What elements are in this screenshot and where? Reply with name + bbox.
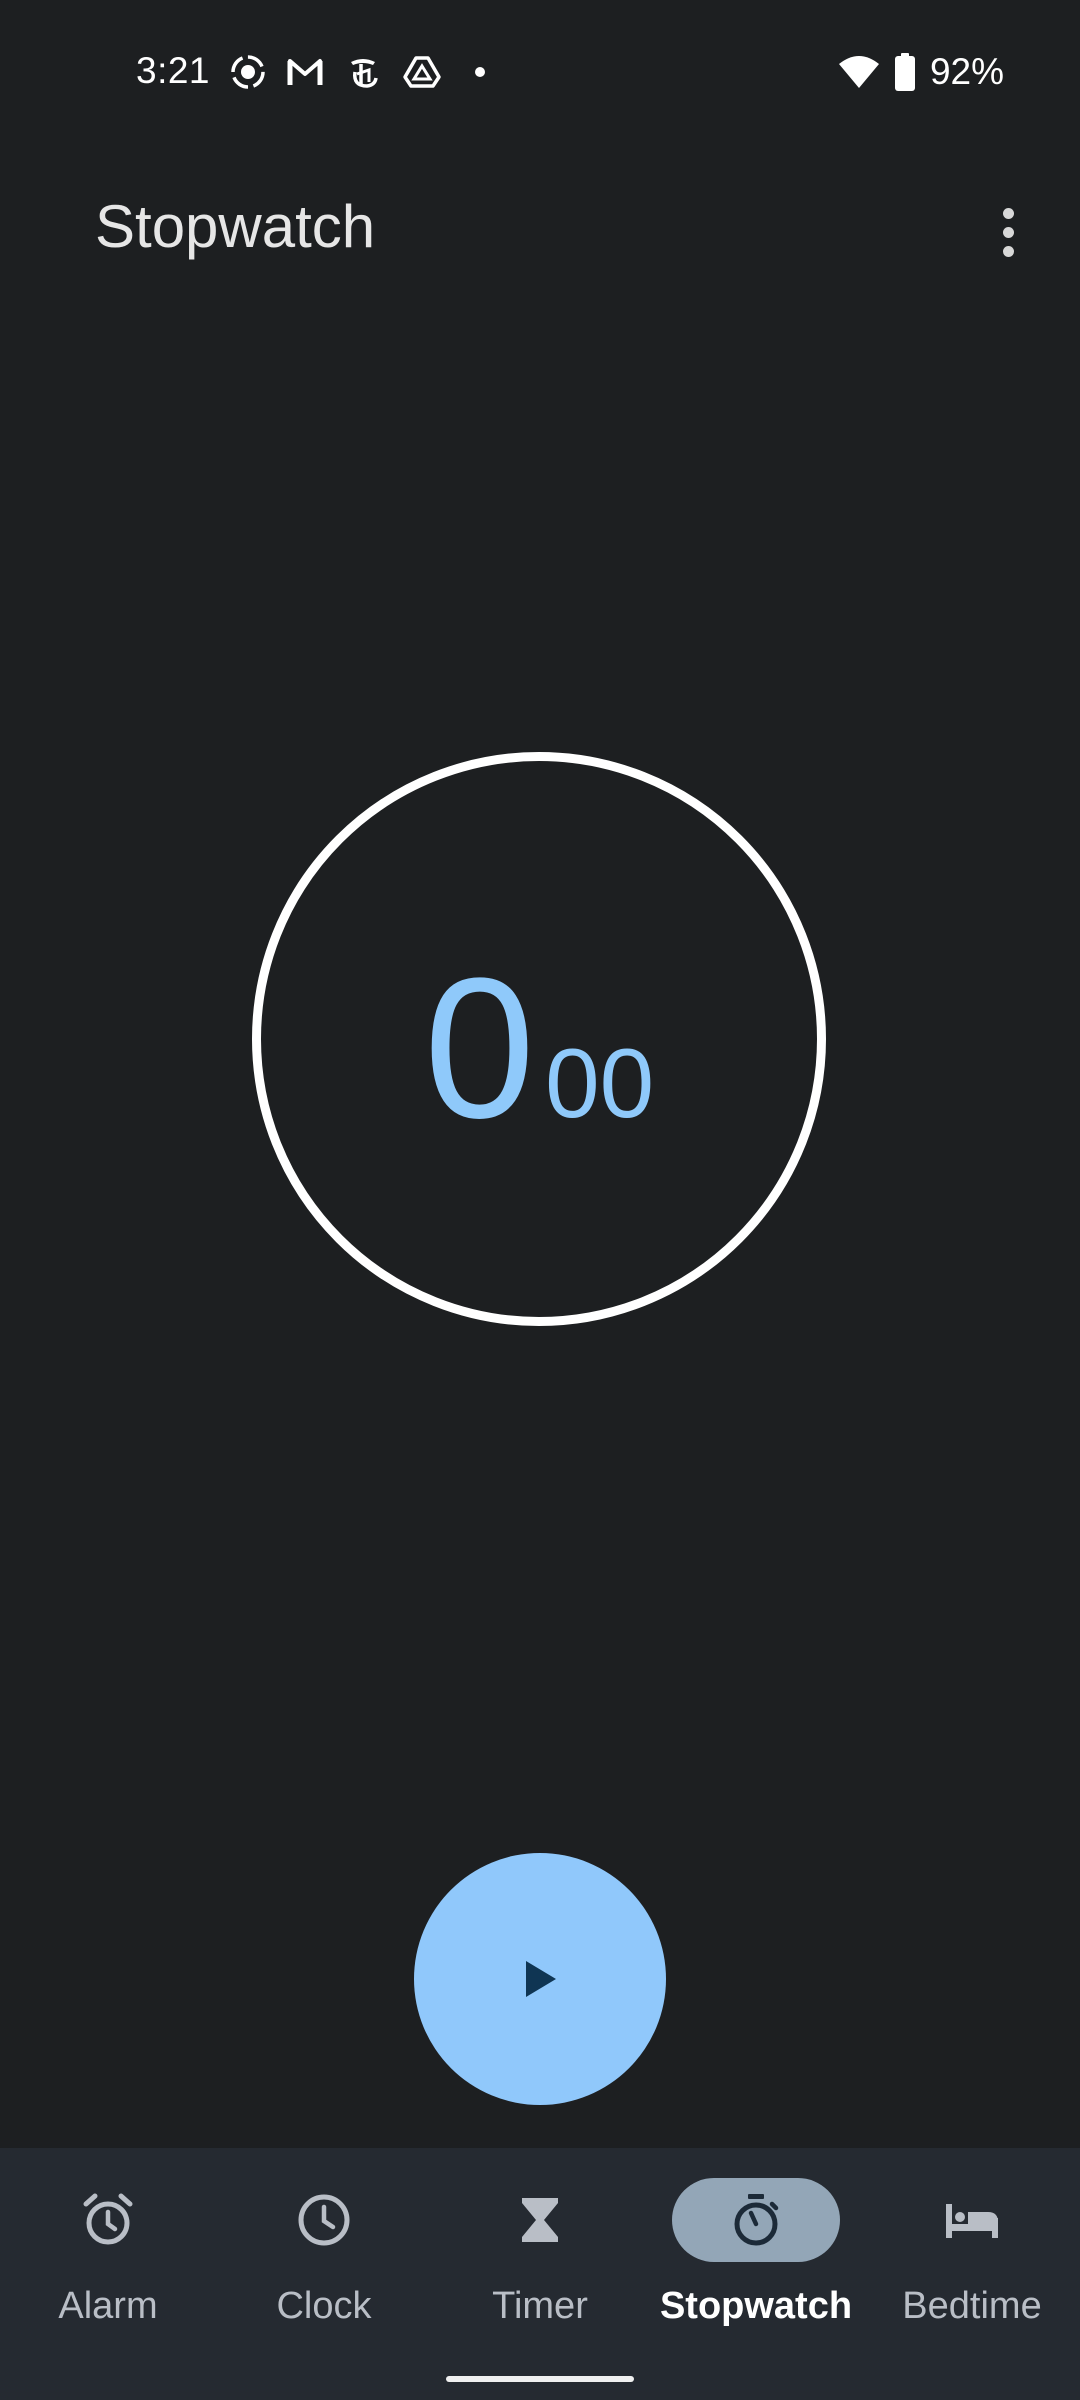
nytimes-icon [351, 59, 378, 88]
status-time: 3:21 [136, 50, 211, 91]
wifi-icon [838, 56, 879, 88]
screen-record-icon [231, 55, 265, 89]
stopwatch-screen: 3:21 92% Stopwatch 0 00 Alarm Clock Time… [0, 0, 1080, 2400]
gmail-icon [287, 59, 323, 85]
play-icon [526, 1961, 556, 1997]
nav-icon-container [888, 2178, 1056, 2262]
nav-label-alarm: Alarm [58, 2285, 158, 2327]
nav-icon-container [456, 2178, 624, 2262]
stopwatch-icon [734, 2194, 779, 2246]
nav-label-timer: Timer [492, 2285, 588, 2327]
more-options-button[interactable] [966, 190, 1050, 274]
bed-icon [946, 2204, 998, 2238]
elapsed-hundredths: 00 [545, 1028, 655, 1138]
more-vert-icon [1002, 207, 1014, 219]
start-button[interactable] [414, 1853, 666, 2105]
alarm-icon [83, 2193, 133, 2245]
system-status: 92% [838, 50, 1004, 94]
home-gesture-bar[interactable] [446, 2376, 634, 2382]
battery-icon [894, 53, 915, 91]
drive-icon [403, 56, 441, 88]
nav-icon-container [240, 2178, 408, 2262]
bottom-navigation: Alarm Clock Timer Stopwatch Bedtime [0, 2148, 1080, 2400]
nav-item-stopwatch[interactable]: Stopwatch [648, 2148, 864, 2338]
nav-label-bedtime: Bedtime [902, 2285, 1042, 2327]
status-bar: 3:21 92% [0, 0, 1080, 140]
more-vert-icon-dot [1002, 245, 1014, 257]
nav-item-bedtime[interactable]: Bedtime [864, 2148, 1080, 2338]
nav-label-clock: Clock [276, 2285, 372, 2327]
page-title: Stopwatch [95, 193, 376, 260]
more-notifications-dot-icon [475, 67, 485, 77]
nav-item-timer[interactable]: Timer [432, 2148, 648, 2338]
nav-icon-container [24, 2178, 192, 2262]
elapsed-seconds: 0 [423, 937, 535, 1160]
more-vert-icon-dot [1002, 226, 1014, 238]
nav-active-pill [672, 2178, 840, 2262]
elapsed-time: 0 00 [261, 761, 817, 1317]
nav-item-alarm[interactable]: Alarm [0, 2148, 216, 2338]
stopwatch-dial: 0 00 [252, 752, 826, 1326]
nav-item-clock[interactable]: Clock [216, 2148, 432, 2338]
hourglass-icon [522, 2198, 558, 2242]
battery-percentage: 92% [929, 51, 1004, 92]
clock-icon [298, 2194, 350, 2246]
nav-label-stopwatch: Stopwatch [659, 2285, 853, 2327]
